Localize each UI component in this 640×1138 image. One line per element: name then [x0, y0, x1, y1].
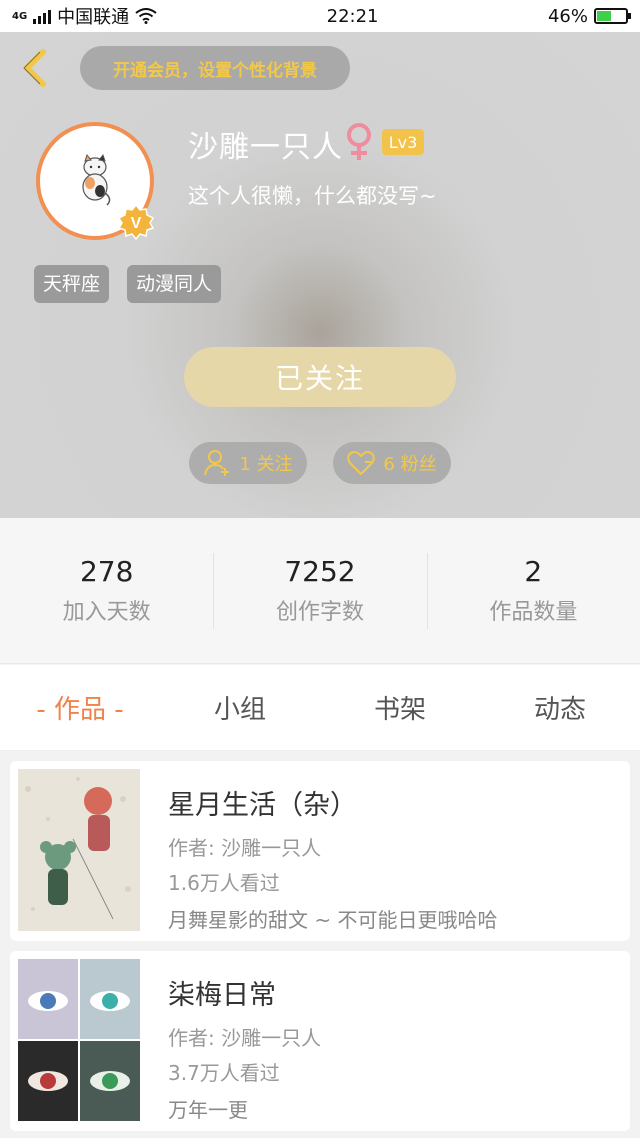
stat-label: 创作字数: [275, 600, 364, 625]
back-button[interactable]: [14, 46, 54, 90]
cat-avatar-icon: [82, 153, 111, 206]
stat-value: 2: [524, 555, 543, 588]
female-icon: [347, 123, 371, 160]
work-views: 3.7万人看过: [168, 1061, 280, 1085]
svg-text:V: V: [131, 215, 142, 232]
network-type: 4G: [12, 10, 28, 22]
fans-count-button[interactable]: 6 粉丝: [333, 442, 451, 484]
work-views: 1.6万人看过: [168, 871, 280, 895]
work-description: 月舞星影的甜文 ~ 不可能日更哦哈哈: [168, 908, 498, 932]
follow-button[interactable]: 已关注: [184, 347, 456, 407]
works-list: 星月生活（杂） 作者: 沙雕一只人 1.6万人看过 月舞星影的甜文 ~ 不可能日…: [0, 751, 640, 1138]
carrier-name: 中国联通: [57, 7, 130, 28]
stat-works-count: 2 作品数量: [426, 552, 640, 629]
work-cover-image: [18, 959, 140, 1121]
stat-days-joined: 278 加入天数: [0, 553, 213, 629]
fans-count: 6 粉丝: [383, 454, 437, 475]
work-card[interactable]: 星月生活（杂） 作者: 沙雕一只人 1.6万人看过 月舞星影的甜文 ~ 不可能日…: [10, 761, 630, 941]
stat-label: 作品数量: [489, 600, 578, 625]
user-tags: 天秤座 动漫同人: [34, 265, 222, 303]
vip-v-badge-icon: V: [118, 204, 154, 240]
following-count-button[interactable]: 1 关注: [189, 442, 307, 484]
clock: 22:21: [326, 5, 379, 27]
tab-works[interactable]: - 作品 -: [0, 665, 160, 750]
battery-percent: 46%: [547, 5, 588, 27]
work-card[interactable]: 柒梅日常 作者: 沙雕一只人 3.7万人看过 万年一更: [10, 951, 630, 1131]
tag-interest: 动漫同人: [127, 265, 222, 303]
signal-icon: [33, 8, 52, 24]
profile-header: 开通会员，设置个性化背景 V 沙雕一只人 Lv3 这个人很懒，什么都没写~ 天秤…: [0, 32, 640, 518]
level-badge: Lv3: [382, 129, 424, 155]
status-bar: 4G 中国联通 22:21 46%: [0, 0, 640, 32]
tab-groups[interactable]: 小组: [160, 665, 320, 750]
stat-label: 加入天数: [62, 600, 151, 625]
stat-word-count: 7252 创作字数: [213, 552, 426, 629]
work-author: 作者: 沙雕一只人: [168, 1026, 322, 1050]
profile-tabs: - 作品 - 小组 书架 动态: [0, 665, 640, 751]
tab-activity[interactable]: 动态: [480, 665, 640, 750]
tab-bookshelf[interactable]: 书架: [320, 665, 480, 750]
work-cover-image: [18, 769, 140, 931]
work-title: 星月生活（杂）: [168, 790, 357, 821]
work-author: 作者: 沙雕一只人: [168, 836, 322, 860]
tag-constellation: 天秤座: [34, 265, 110, 303]
username: 沙雕一只人: [188, 130, 343, 165]
vip-prompt-button[interactable]: 开通会员，设置个性化背景: [80, 46, 350, 90]
work-title: 柒梅日常: [168, 980, 276, 1011]
user-bio: 这个人很懒，什么都没写~: [188, 184, 437, 208]
work-description: 万年一更: [168, 1098, 248, 1122]
stat-value: 278: [79, 555, 134, 588]
stat-value: 7252: [284, 555, 356, 588]
following-count: 1 关注: [239, 454, 293, 475]
back-arrow-icon: [23, 49, 46, 87]
battery-icon: [594, 8, 631, 24]
heart-icon: [347, 451, 376, 476]
wifi-icon: [135, 8, 157, 24]
add-user-icon: [204, 450, 230, 476]
stats-panel: 278 加入天数 7252 创作字数 2 作品数量: [0, 518, 640, 664]
